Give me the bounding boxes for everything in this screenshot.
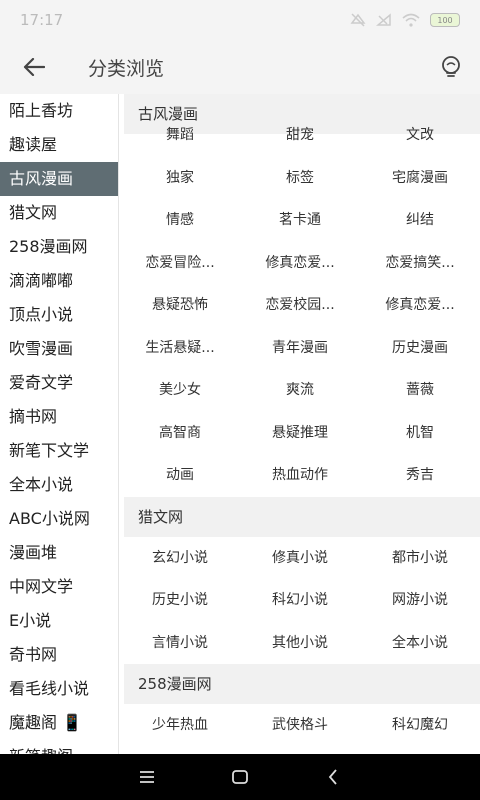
category-tag[interactable]: 言情小说 (120, 622, 240, 665)
status-bar: 17:17 100 (0, 0, 480, 40)
category-tag[interactable]: 青年漫画 (240, 327, 360, 370)
category-tag[interactable]: 科幻小说 (240, 579, 360, 622)
sidebar-item[interactable]: E小说 (0, 604, 118, 638)
category-tag[interactable]: 高智商 (120, 412, 240, 455)
sidebar-item[interactable]: 中网文学 (0, 570, 118, 604)
category-tag[interactable]: 文改 (360, 114, 480, 157)
category-tag[interactable]: 独家 (120, 157, 240, 200)
category-tag[interactable]: 秀吉 (360, 454, 480, 497)
category-tag[interactable]: 恋爱搞笑... (360, 242, 480, 285)
sidebar-item[interactable]: 吹雪漫画 (0, 332, 118, 366)
category-tag[interactable]: 修真恋爱... (240, 242, 360, 285)
category-tag[interactable]: 动画 (120, 454, 240, 497)
status-icons: 100 (350, 13, 460, 27)
menu-icon (139, 771, 154, 783)
category-tag[interactable]: 武侠格斗 (240, 704, 360, 747)
sidebar-item[interactable]: 魔趣阁 📱 (0, 706, 118, 740)
tag-grid: 少年热血 武侠格斗 科幻魔幻 (120, 704, 480, 747)
category-tag[interactable]: 网游小说 (360, 579, 480, 622)
source-sidebar: 陌上香坊 趣读屋 古风漫画 猎文网 258漫画网 滴滴嘟嘟 顶点小说 吹雪漫画 爱奇文学 摘书网新… (0, 94, 119, 754)
sidebar-item[interactable]: 趣读屋 (0, 128, 118, 162)
sidebar-item[interactable]: 陌上香坊 (0, 94, 118, 128)
category-tag[interactable]: 纠结 (360, 199, 480, 242)
tag-grid: 玄幻小说 修真小说 都市小说历史小说 科幻小说 网游小说言情小说 其他小说 全本小说 (120, 537, 480, 665)
page-title: 分类浏览 (88, 57, 165, 80)
category-tag[interactable]: 恋爱冒险... (120, 242, 240, 285)
category-tag[interactable]: 历史小说 (120, 579, 240, 622)
category-tag[interactable]: 甜宠 (240, 114, 360, 157)
category-tag[interactable]: 少年热血 (120, 704, 240, 747)
category-tag[interactable]: 爽流 (240, 369, 360, 412)
sidebar-item[interactable]: 古风漫画 (0, 162, 118, 196)
sidebar-item[interactable]: 滴滴嘟嘟 (0, 264, 118, 298)
category-tag[interactable]: 修真小说 (240, 537, 360, 580)
home-icon (232, 770, 248, 784)
category-content: 古风漫画 舞蹈 甜宠 文改 独家 标签 宅腐漫画 情感 茗卡通 纠结 恋爱冒险... 修真恋爱... 恋… (120, 94, 480, 754)
nav-back-icon (329, 769, 337, 785)
sidebar-item[interactable]: 全本小说 (0, 468, 118, 502)
category-tag[interactable]: 舞蹈 (120, 114, 240, 157)
category-tag[interactable]: 美少女 (120, 369, 240, 412)
category-tag[interactable]: 科幻魔幻 (360, 704, 480, 747)
section-header: 猎文网 (124, 496, 480, 537)
category-tag[interactable]: 修真恋爱... (360, 284, 480, 327)
category-tag[interactable]: 机智 (360, 412, 480, 455)
sidebar-item[interactable]: 顶点小说 (0, 298, 118, 332)
battery-icon: 100 (430, 13, 460, 27)
app-bar: 分类浏览 (0, 40, 480, 94)
sidebar-item[interactable]: 摘书网 (0, 400, 118, 434)
system-nav-bar (0, 754, 480, 800)
category-tag[interactable]: 标签 (240, 157, 360, 200)
mute-icon (350, 13, 366, 27)
back-button[interactable] (0, 40, 68, 94)
category-tag[interactable]: 生活悬疑... (120, 327, 240, 370)
sidebar-item[interactable]: 漫画堆 (0, 536, 118, 570)
wifi-icon (402, 13, 420, 27)
section-header: 258漫画网 (124, 664, 480, 704)
category-tag[interactable]: 玄幻小说 (120, 537, 240, 580)
menu-button[interactable] (127, 757, 167, 797)
back-arrow-icon (23, 58, 45, 76)
sidebar-item[interactable]: 奇书网 (0, 638, 118, 672)
nav-back-button[interactable] (313, 757, 353, 797)
home-button[interactable] (220, 757, 260, 797)
sidebar-item[interactable]: 258漫画网 (0, 230, 118, 264)
category-tag[interactable]: 茗卡通 (240, 199, 360, 242)
category-tag[interactable]: 全本小说 (360, 622, 480, 665)
sidebar-item[interactable]: 爱奇文学 (0, 366, 118, 400)
category-tag[interactable]: 其他小说 (240, 622, 360, 665)
sidebar-item[interactable]: 猎文网 (0, 196, 118, 230)
category-tag[interactable]: 恋爱校园... (240, 284, 360, 327)
category-tag[interactable]: 热血动作 (240, 454, 360, 497)
category-tag[interactable]: 历史漫画 (360, 327, 480, 370)
category-tag[interactable]: 悬疑恐怖 (120, 284, 240, 327)
category-tag[interactable]: 悬疑推理 (240, 412, 360, 455)
tag-grid: 舞蹈 甜宠 文改 独家 标签 宅腐漫画 情感 茗卡通 纠结 恋爱冒险... 修真恋爱... 恋爱搞笑.… (120, 114, 480, 497)
category-tag[interactable]: 都市小说 (360, 537, 480, 580)
sidebar-item[interactable]: 新笔趣阁 (0, 740, 118, 754)
sidebar-item[interactable]: ABC小说网 (0, 502, 118, 536)
category-tag[interactable]: 情感 (120, 199, 240, 242)
sidebar-item[interactable]: 看毛线小说 (0, 672, 118, 706)
sidebar-item[interactable]: 新笔下文学 (0, 434, 118, 468)
signal-off-icon (376, 13, 391, 26)
lightbulb-icon[interactable] (438, 54, 464, 80)
category-tag[interactable]: 宅腐漫画 (360, 157, 480, 200)
status-time: 17:17 (20, 11, 64, 29)
category-tag[interactable]: 蔷薇 (360, 369, 480, 412)
